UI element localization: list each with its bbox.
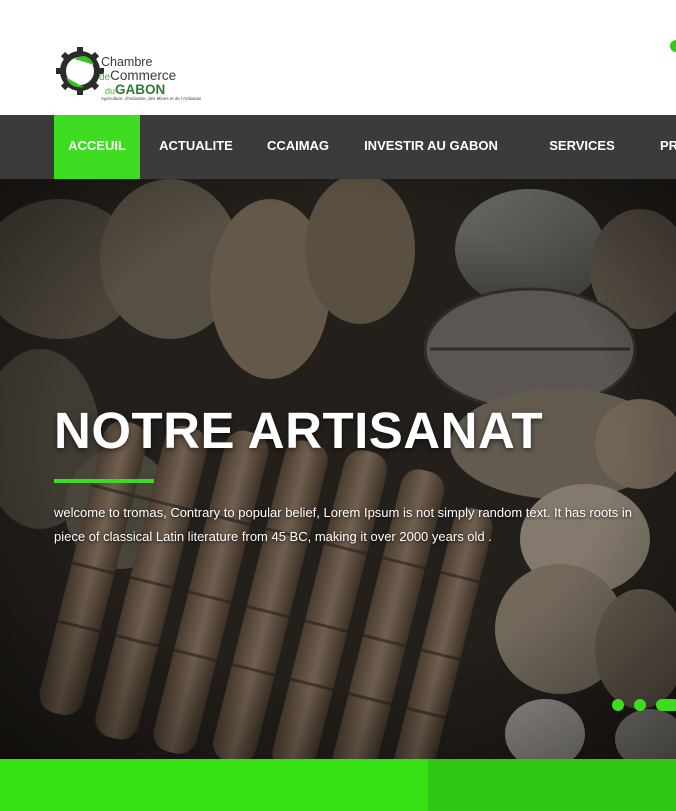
hero-background-image bbox=[0, 179, 676, 759]
main-nav: ACCEUIL ACTUALITE CCAIMAG INVESTIR AU GA… bbox=[0, 115, 676, 179]
slider-dot-3-active[interactable] bbox=[656, 699, 676, 711]
nav-item-services[interactable]: SERVICES bbox=[540, 115, 624, 179]
hero-title-underline bbox=[54, 479, 154, 483]
nav-item-ccaimag[interactable]: CCAIMAG bbox=[258, 115, 338, 179]
bottom-bar-right bbox=[428, 759, 676, 811]
slider-dot-1[interactable] bbox=[612, 699, 624, 711]
logo-word-gabon: GABON bbox=[115, 81, 166, 97]
hero-description-line-2: piece of classical Latin literature from… bbox=[54, 529, 492, 544]
nav-item-pr[interactable]: PR bbox=[660, 115, 676, 179]
chamber-logo[interactable]: Chambre deCommerce duGABON Agriculture, … bbox=[56, 42, 201, 102]
hero-title: NOTRE ARTISANAT bbox=[54, 402, 544, 459]
slider-dot-2[interactable] bbox=[634, 699, 646, 711]
nav-item-actualite[interactable]: ACTUALITE bbox=[150, 115, 242, 179]
logo-text: Chambre deCommerce duGABON Agriculture, … bbox=[99, 56, 201, 102]
bottom-bar-left bbox=[0, 759, 428, 811]
logo-line-commerce: deCommerce bbox=[99, 67, 201, 83]
site-header: Chambre deCommerce duGABON Agriculture, … bbox=[0, 0, 676, 115]
hero-description-line-1: welcome to tromas, Contrary to popular b… bbox=[54, 505, 633, 520]
logo-prefix-du: du bbox=[105, 85, 116, 96]
nav-item-acceuil[interactable]: ACCEUIL bbox=[54, 115, 140, 179]
hero-slider: NOTRE ARTISANAT welcome to tromas, Contr… bbox=[0, 179, 676, 759]
logo-line-gabon: duGABON bbox=[105, 81, 201, 97]
logo-word-commerce: Commerce bbox=[110, 67, 177, 83]
hero-description: welcome to tromas, Contrary to popular b… bbox=[54, 501, 676, 549]
header-edge-dot bbox=[670, 40, 676, 52]
nav-item-investir-au-gabon[interactable]: INVESTIR AU GABON bbox=[356, 115, 506, 179]
page: Chambre deCommerce duGABON Agriculture, … bbox=[0, 0, 676, 811]
logo-tagline: Agriculture, d'Industrie, des Mines et d… bbox=[101, 96, 201, 101]
logo-prefix-de: de bbox=[99, 71, 111, 83]
gear-icon bbox=[56, 47, 104, 95]
